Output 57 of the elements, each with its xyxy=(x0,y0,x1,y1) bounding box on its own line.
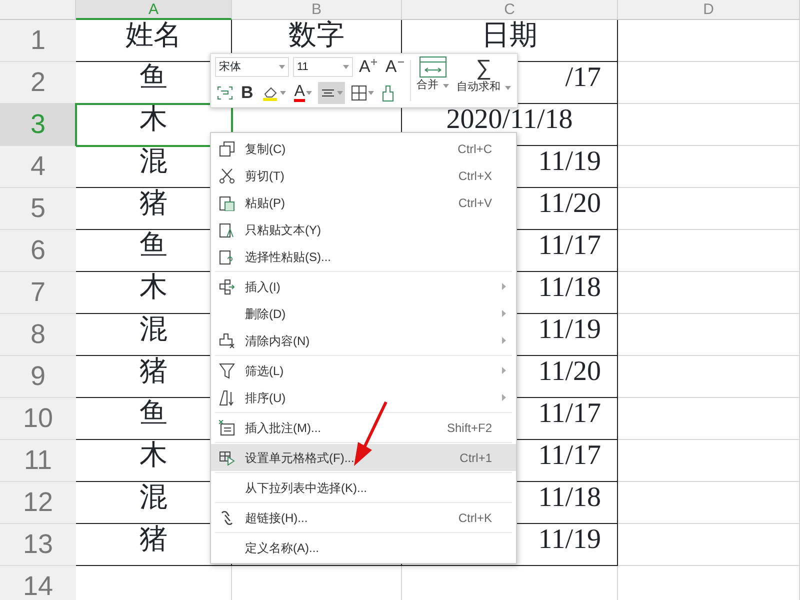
table-cell[interactable] xyxy=(618,104,800,146)
caret-icon xyxy=(504,86,511,90)
row-header[interactable]: 13 xyxy=(0,524,76,566)
row-header[interactable]: 6 xyxy=(0,230,76,272)
row-header[interactable]: 2 xyxy=(0,62,76,104)
clipboard-icon xyxy=(219,194,235,210)
scissors-icon xyxy=(219,168,235,184)
plus-icon xyxy=(371,59,378,67)
row-header[interactable]: 4 xyxy=(0,146,76,188)
format-cells-icon xyxy=(219,450,235,466)
row-header[interactable]: 14 xyxy=(0,566,76,600)
font-color-button[interactable]: A xyxy=(292,82,314,104)
caret-icon xyxy=(368,91,374,95)
align-center-icon xyxy=(320,88,336,98)
caret-icon xyxy=(280,91,286,95)
clipboard-text-icon xyxy=(219,222,235,238)
row-header[interactable]: 9 xyxy=(0,356,76,398)
table-cell[interactable] xyxy=(618,188,800,230)
comment-icon xyxy=(219,420,235,436)
table-cell[interactable] xyxy=(618,524,800,566)
table-cell[interactable]: 木 xyxy=(76,104,232,146)
table-cell[interactable] xyxy=(618,20,800,62)
link-icon xyxy=(219,510,235,526)
table-cell[interactable] xyxy=(618,356,800,398)
filter-icon xyxy=(219,362,235,378)
font-size-field[interactable]: 11 xyxy=(293,57,353,77)
eraser-icon xyxy=(219,332,235,348)
font-name-field[interactable]: 宋体 xyxy=(215,57,289,77)
caret-icon xyxy=(442,84,449,88)
menu-item[interactable]: 设置单元格格式(F)... Ctrl+1 xyxy=(211,444,516,471)
table-cell[interactable] xyxy=(618,482,800,524)
table-cell[interactable] xyxy=(618,230,800,272)
table-cell[interactable] xyxy=(618,272,800,314)
row-header[interactable]: 5 xyxy=(0,188,76,230)
clipboard-question-icon xyxy=(219,248,235,264)
caret-icon xyxy=(279,65,285,69)
table-cell[interactable] xyxy=(618,62,800,104)
table-cell[interactable] xyxy=(618,440,800,482)
table-cell[interactable] xyxy=(618,146,800,188)
row-header[interactable]: 8 xyxy=(0,314,76,356)
row-header[interactable]: 11 xyxy=(0,440,76,482)
sort-icon xyxy=(219,390,235,406)
fill-bucket-icon xyxy=(261,85,280,101)
row-header[interactable]: 1 xyxy=(0,20,76,62)
row-header[interactable]: 10 xyxy=(0,398,76,440)
bold-button[interactable]: B xyxy=(239,82,256,104)
caret-icon xyxy=(343,65,349,69)
row-header[interactable]: 7 xyxy=(0,272,76,314)
table-cell[interactable] xyxy=(618,314,800,356)
align-center-button[interactable] xyxy=(318,82,345,104)
caret-icon xyxy=(306,91,312,95)
table-cell[interactable] xyxy=(618,398,800,440)
caret-icon xyxy=(336,91,343,95)
merge-icon xyxy=(418,56,447,78)
row-header[interactable]: 12 xyxy=(0,482,76,524)
insert-icon xyxy=(219,278,235,294)
copy-icon xyxy=(219,140,235,156)
